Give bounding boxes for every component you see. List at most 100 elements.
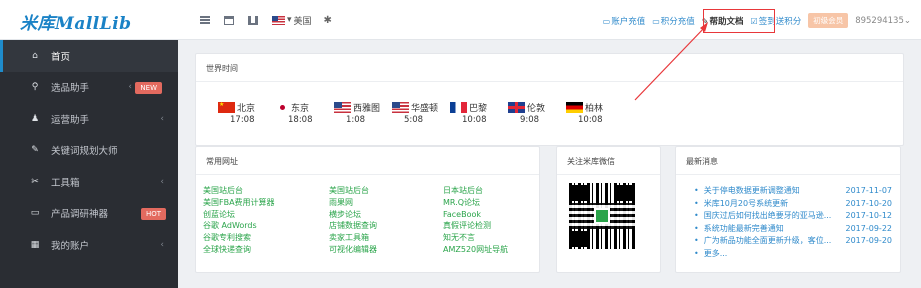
clock-time: 9:08 xyxy=(520,115,540,125)
chevron-left-icon: ‹ xyxy=(128,82,132,93)
site-link[interactable]: 卖家工具箱 xyxy=(329,232,443,244)
site-link[interactable]: MR.Q论坛 xyxy=(443,197,543,209)
chevron-down-icon: ▾ xyxy=(287,15,292,25)
sidebar-item-label: 工具箱 xyxy=(51,177,80,189)
sidebar-item-toolbox[interactable]: ✂ 工具箱 ‹ xyxy=(0,166,178,198)
us-flag-icon xyxy=(392,101,409,113)
chevron-left-icon: ‹ xyxy=(160,176,164,187)
sidebar-item-product-research[interactable]: ▭ 产品调研神器 HOT xyxy=(0,198,178,230)
site-link[interactable]: 店铺数据查询 xyxy=(329,220,443,232)
sidebar-item-operations[interactable]: ♟ 运营助手 ‹ xyxy=(0,103,178,135)
news-date: 2017-10-12 xyxy=(845,211,893,221)
world-time-panel: 世界时间 北京 17:08 东京 18:08 西雅图 1:08 华盛顿 5:08 xyxy=(195,53,904,146)
site-link[interactable]: 美国FBA费用计算器 xyxy=(203,197,329,209)
sidebar-item-label: 产品调研神器 xyxy=(51,209,109,221)
logo[interactable]: 米库MallLib xyxy=(20,9,170,34)
chevron-down-icon: ⌄ xyxy=(903,15,911,26)
news-panel: 最新消息 关于停电数据更新调整通知 2017-11-07 米库10月20号系统更新 2… xyxy=(675,146,901,273)
settings-icon[interactable]: ✱ xyxy=(324,15,332,26)
china-flag-icon xyxy=(218,101,235,113)
sidebar-item-product-selection[interactable]: ⚲ 选品助手 ‹ NEW xyxy=(0,72,178,104)
site-link[interactable]: 知无不言 xyxy=(443,232,543,244)
news-item[interactable]: 广为新品功能全面更新升级，客位... 2017-09-20 xyxy=(694,235,892,248)
sidebar-item-label: 关键词规划大师 xyxy=(51,146,118,158)
app: 米库MallLib ▾ 美国 ✱ ▭账户充值 ▭积分充值 ✎帮助文档 ☑签到送积… xyxy=(0,0,921,288)
sidebar-item-keyword-planner[interactable]: ✎ 关键词规划大师 xyxy=(0,135,178,167)
news-item[interactable]: 关于停电数据更新调整通知 2017-11-07 xyxy=(694,185,892,198)
window-icon[interactable] xyxy=(224,15,234,25)
sites-grid: 美国站后台 美国站后台 日本站后台 美国FBA费用计算器 雨果网 MR.Q论坛 创蓝论坛 横步… xyxy=(203,185,543,256)
main-content: 世界时间 北京 17:08 东京 18:08 西雅图 1:08 华盛顿 5:08 xyxy=(178,40,921,288)
site-link[interactable]: 可视化编辑器 xyxy=(329,244,443,256)
news-item[interactable]: 系统功能最新完善通知 2017-09-22 xyxy=(694,223,892,236)
wechat-panel: 关注米库微信 xyxy=(556,146,661,273)
clock-city: 东京 xyxy=(291,103,310,114)
qr-logo xyxy=(594,208,610,224)
news-item[interactable]: 更多... xyxy=(694,248,892,261)
sidebar-item-label: 运营助手 xyxy=(51,114,90,126)
clock-tokyo: 东京 18:08 xyxy=(276,101,334,125)
site-link[interactable]: 谷歌 AdWords xyxy=(203,220,329,232)
news-title-link[interactable]: 国庆过后如何找出绝要牙的亚马逊... xyxy=(694,210,832,223)
menu-icon[interactable] xyxy=(200,16,210,24)
news-title-link[interactable]: 系统功能最新完善通知 xyxy=(694,223,784,236)
site-link[interactable]: 创蓝论坛 xyxy=(203,209,329,221)
world-time-title: 世界时间 xyxy=(206,64,238,73)
store-icon[interactable] xyxy=(248,15,258,25)
clock-washington: 华盛顿 5:08 xyxy=(392,101,450,125)
sidebar-nav: ⌂ 首页 ⚲ 选品助手 ‹ NEW ♟ 运营助手 ‹ ✎ 关键词规划大师 ✂ 工… xyxy=(0,40,178,261)
monitor-icon: ▭ xyxy=(30,208,40,219)
clock-paris: 巴黎 10:08 xyxy=(450,101,508,125)
clock-city: 北京 xyxy=(237,103,256,114)
clock-time: 17:08 xyxy=(230,115,255,125)
news-title-link[interactable]: 关于停电数据更新调整通知 xyxy=(694,185,800,198)
news-date: 2017-11-07 xyxy=(845,186,893,195)
news-date: 2017-09-20 xyxy=(845,236,893,246)
user-menu[interactable]: 895294135⌄ xyxy=(855,16,911,26)
japan-flag-icon xyxy=(276,101,289,113)
site-link[interactable]: 日本站后台 xyxy=(443,185,543,197)
news-item[interactable]: 米库10月20号系统更新 2017-10-20 xyxy=(694,198,892,211)
sidebar-item-label: 首页 xyxy=(51,51,71,63)
wrench-icon: ✂ xyxy=(31,176,39,187)
language-selector[interactable]: ▾ 美国 xyxy=(272,14,312,27)
site-link[interactable]: 美国站后台 xyxy=(329,185,443,197)
clock-time: 18:08 xyxy=(288,115,313,125)
divider xyxy=(196,174,539,175)
news-date: 2017-09-22 xyxy=(845,223,893,233)
site-link[interactable]: 美国站后台 xyxy=(203,185,329,197)
divider xyxy=(676,174,900,175)
sidebar-item-my-account[interactable]: ▦ 我的账户 ‹ xyxy=(0,229,178,261)
clock-beijing: 北京 17:08 xyxy=(218,101,276,125)
language-label: 美国 xyxy=(293,16,312,27)
home-icon: ⌂ xyxy=(32,50,38,61)
username: 895294135 xyxy=(855,15,904,26)
news-title-link[interactable]: 更多... xyxy=(694,248,728,261)
site-link[interactable]: AMZ520网址导航 xyxy=(443,244,543,256)
site-link[interactable]: 谷歌专利搜索 xyxy=(203,232,329,244)
top-bar: 米库MallLib ▾ 美国 ✱ ▭账户充值 ▭积分充值 ✎帮助文档 ☑签到送积… xyxy=(0,0,921,40)
france-flag-icon xyxy=(450,101,467,113)
sidebar-item-label: 我的账户 xyxy=(51,240,90,252)
news-title-link[interactable]: 米库10月20号系统更新 xyxy=(694,198,788,211)
clock-seattle: 西雅图 1:08 xyxy=(334,101,392,125)
news-title: 最新消息 xyxy=(686,157,718,166)
site-link[interactable]: 真假评论检测 xyxy=(443,220,543,232)
germany-flag-icon xyxy=(566,101,583,113)
sidebar-item-label: 选品助手 xyxy=(51,83,90,95)
site-link[interactable]: 横步论坛 xyxy=(329,209,443,221)
common-sites-title: 常用网址 xyxy=(206,157,238,166)
site-link[interactable]: FaceBook xyxy=(443,209,543,221)
site-link[interactable]: 全球快递查询 xyxy=(203,244,329,256)
annotation-arrow xyxy=(634,22,708,101)
news-item[interactable]: 国庆过后如何找出绝要牙的亚马逊... 2017-10-12 xyxy=(694,210,892,223)
site-link[interactable]: 雨果网 xyxy=(329,197,443,209)
chevron-left-icon: ‹ xyxy=(160,113,164,124)
sidebar-item-home[interactable]: ⌂ 首页 xyxy=(0,40,178,72)
clock-time: 5:08 xyxy=(404,115,424,125)
clock-list: 北京 17:08 东京 18:08 西雅图 1:08 华盛顿 5:08 巴黎 xyxy=(218,101,624,125)
search-icon: ⚲ xyxy=(31,82,39,93)
toolbar-icons: ▾ 美国 ✱ xyxy=(200,12,332,28)
wechat-title: 关注米库微信 xyxy=(567,157,615,166)
news-title-link[interactable]: 广为新品功能全面更新升级，客位... xyxy=(694,235,832,248)
